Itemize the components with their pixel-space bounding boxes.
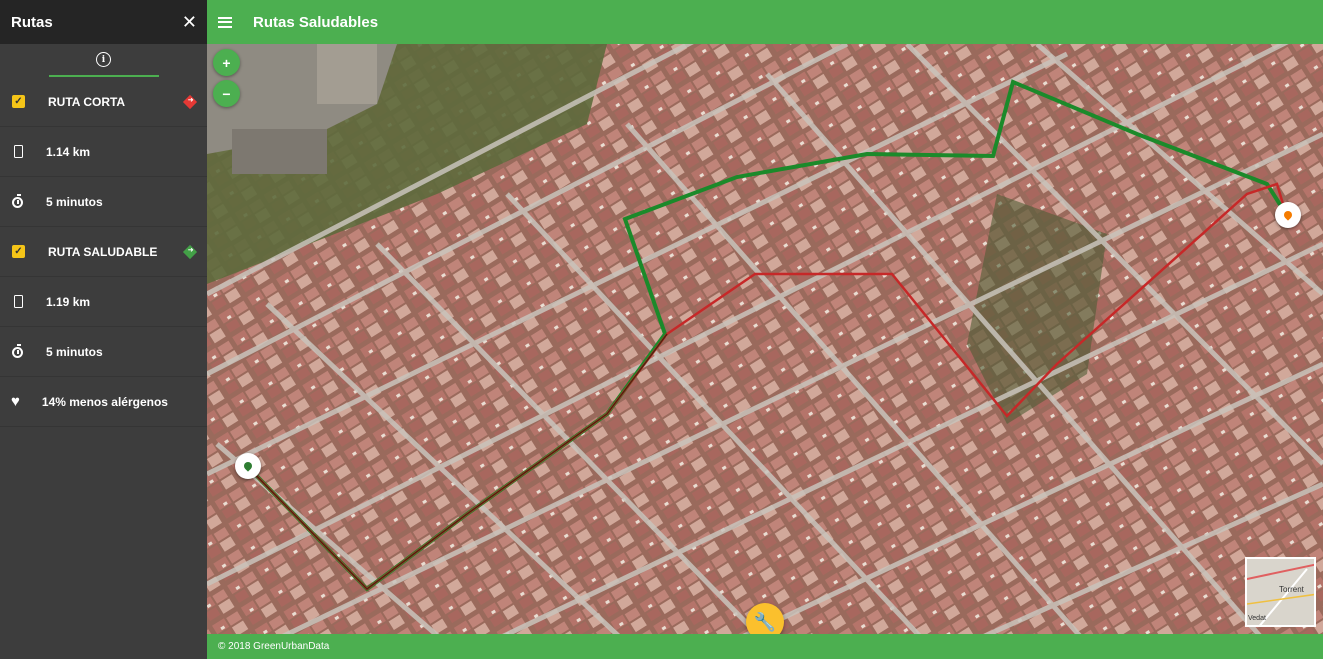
sidebar-title: Rutas: [11, 13, 53, 31]
route-healthy-distance: 1.19 km: [0, 277, 207, 327]
route-short-distance: 1.14 km: [0, 127, 207, 177]
route-healthy-toggle[interactable]: ✓ RUTA SALUDABLE ➜: [0, 227, 207, 277]
end-marker-icon[interactable]: [1275, 202, 1301, 228]
info-icon: i: [96, 52, 111, 67]
minimap-label: Vedat: [1248, 615, 1266, 622]
zoom-out-button[interactable]: −: [213, 80, 240, 107]
checkbox-checked-icon[interactable]: ✓: [12, 95, 25, 108]
route-healthy-label: RUTA SALUDABLE: [48, 244, 158, 259]
menu-icon[interactable]: [218, 14, 232, 30]
map-view[interactable]: + − Torrent Vedat: [207, 44, 1323, 634]
app-title: Rutas Saludables: [253, 13, 379, 31]
zoom-in-button[interactable]: +: [213, 49, 240, 76]
close-icon[interactable]: ✕: [182, 12, 197, 33]
sidebar: Rutas ✕ i ✓ RUTA CORTA ➜ 1.14 km 5 minut…: [0, 0, 207, 659]
location-pin-icon: [242, 460, 254, 472]
sidebar-header: Rutas ✕: [0, 0, 207, 44]
route-short-time: 5 minutos: [0, 177, 207, 227]
checkbox-checked-icon[interactable]: ✓: [12, 245, 25, 258]
route-short-label: RUTA CORTA: [48, 94, 126, 109]
timer-icon: [12, 344, 23, 358]
app-bar: Rutas Saludables: [207, 0, 1323, 44]
route-healthy-time: 5 minutos: [0, 327, 207, 377]
phone-icon: [14, 295, 23, 308]
heart-icon: ♥: [11, 393, 20, 410]
sidebar-tabs: i: [0, 44, 207, 77]
distance-label: 1.19 km: [46, 294, 91, 309]
minimap-label: Torrent: [1279, 585, 1304, 594]
minimap[interactable]: Torrent Vedat: [1245, 557, 1316, 627]
tab-info[interactable]: i: [48, 44, 159, 77]
directions-red-icon: ➜: [182, 94, 198, 109]
time-label: 5 minutos: [46, 344, 103, 359]
time-label: 5 minutos: [46, 194, 103, 209]
location-pin-icon: [1282, 209, 1294, 221]
start-marker-icon[interactable]: [235, 453, 261, 479]
allergen-label: 14% menos alérgenos: [41, 394, 168, 409]
copyright-text: © 2018 GreenUrbanData: [218, 641, 330, 652]
wrench-icon: 🔧: [753, 611, 777, 632]
phone-icon: [14, 145, 23, 158]
directions-green-icon: ➜: [182, 244, 198, 259]
satellite-map[interactable]: [207, 44, 1323, 634]
footer: © 2018 GreenUrbanData: [207, 634, 1323, 659]
timer-icon: [12, 194, 23, 208]
route-healthy-allergens: ♥ 14% menos alérgenos: [0, 377, 207, 427]
distance-label: 1.14 km: [46, 144, 91, 159]
route-short-toggle[interactable]: ✓ RUTA CORTA ➜: [0, 77, 207, 127]
